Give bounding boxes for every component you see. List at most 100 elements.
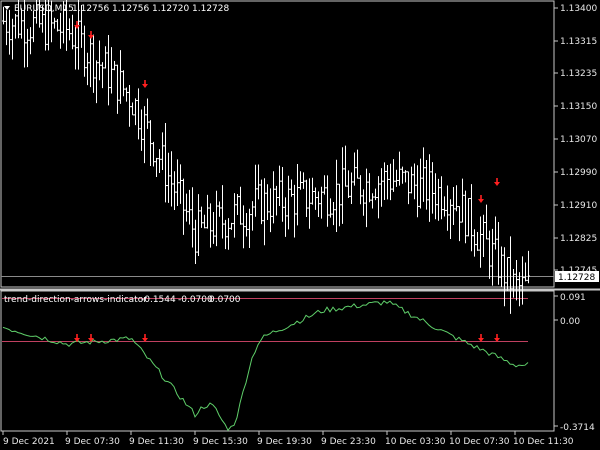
- price-bar: [419, 158, 422, 209]
- indicator-value-1: -0.1544: [141, 295, 176, 305]
- price-bar: [143, 106, 146, 164]
- price-axis[interactable]: 1.13400 1.13315 1.13235 1.13150 1.13070 …: [554, 4, 597, 276]
- price-bar: [515, 260, 518, 301]
- price-bar: [32, 10, 35, 43]
- price-bar: [425, 160, 428, 210]
- arrow-down-icon: [74, 334, 80, 342]
- price-bar: [266, 184, 269, 221]
- price-bar: [167, 152, 170, 203]
- price-bar: [227, 218, 230, 250]
- price-bar: [101, 62, 104, 89]
- price-bar: [455, 185, 458, 212]
- price-bar: [437, 178, 440, 221]
- price-bar: [338, 183, 341, 227]
- price-bar: [365, 168, 368, 228]
- price-bar: [524, 262, 527, 282]
- price-bar: [281, 166, 284, 222]
- price-bar: [95, 60, 98, 104]
- price-bar: [401, 166, 404, 184]
- indicator-title: trend-direction-arrows-indicator: [4, 295, 147, 305]
- price-bar: [134, 98, 137, 126]
- price-bar: [407, 171, 410, 205]
- arrow-down-icon: [478, 195, 484, 203]
- price-bar: [122, 70, 125, 97]
- ohlc-high: 1.12756: [112, 4, 149, 14]
- price-bar: [197, 194, 200, 257]
- price-bar: [245, 212, 248, 237]
- price-bar: [164, 122, 167, 203]
- price-bar: [104, 46, 107, 69]
- indicator-value-2: -0.0700: [178, 295, 213, 305]
- time-tick: 9 Dec 2021: [3, 437, 55, 447]
- price-bar: [434, 173, 437, 220]
- price-bar: [260, 179, 263, 225]
- chart-canvas[interactable]: EURUSD,M15 1.12756 1.12756 1.12720 1.127…: [0, 0, 600, 450]
- time-tick: 10 Dec 11:30: [513, 437, 574, 447]
- price-bar: [89, 36, 92, 88]
- price-bar: [509, 236, 512, 314]
- price-bar: [56, 18, 59, 32]
- price-bar: [11, 18, 14, 60]
- price-bar: [323, 175, 326, 195]
- indicator-axis[interactable]: 0.091 0.00 -0.3714: [554, 293, 595, 433]
- price-tick: 1.13400: [560, 4, 597, 14]
- price-bar: [473, 229, 476, 257]
- price-bar: [386, 165, 389, 200]
- price-bar: [296, 164, 299, 226]
- price-bar: [53, 17, 56, 29]
- price-bar: [188, 189, 191, 225]
- indicator-tick: -0.3714: [560, 423, 595, 433]
- price-bar: [470, 184, 473, 252]
- price-bar: [383, 162, 386, 201]
- price-bar: [377, 176, 380, 219]
- price-bar: [26, 28, 29, 68]
- time-tick: 9 Dec 23:30: [321, 437, 376, 447]
- price-bar: [269, 188, 272, 233]
- price-bar: [422, 147, 425, 202]
- price-bar: [302, 172, 305, 189]
- price-bar: [146, 98, 149, 129]
- price-bar: [272, 171, 275, 224]
- price-bar: [413, 163, 416, 200]
- price-bar: [494, 216, 497, 250]
- indicator-value-3: 0.0700: [209, 295, 241, 305]
- price-bar: [107, 34, 110, 106]
- main-signal-arrows: [74, 21, 500, 203]
- arrow-down-icon: [142, 80, 148, 88]
- price-bar: [314, 187, 317, 210]
- price-bar: [242, 205, 245, 249]
- arrow-down-icon: [494, 178, 500, 186]
- time-tick: 10 Dec 03:30: [385, 437, 446, 447]
- price-bar: [221, 185, 224, 239]
- price-bar: [287, 175, 290, 230]
- price-bar: [341, 147, 344, 224]
- price-bar: [14, 13, 17, 39]
- current-price-tag: 1.12728: [555, 271, 599, 283]
- price-bar: [449, 199, 452, 240]
- time-tick: 9 Dec 11:30: [129, 437, 184, 447]
- price-bar: [464, 190, 467, 244]
- price-bar: [86, 52, 89, 86]
- price-bar: [215, 190, 218, 247]
- price-bar: [440, 176, 443, 220]
- triangle-down-icon[interactable]: [4, 6, 10, 10]
- price-bar: [305, 179, 308, 217]
- price-bar: [59, 12, 62, 49]
- price-bar: [461, 178, 464, 223]
- price-bar: [347, 170, 350, 198]
- price-bar: [395, 169, 398, 187]
- indicator-window-frame: [0, 290, 555, 432]
- time-tick: 10 Dec 07:30: [449, 437, 510, 447]
- price-bar: [170, 151, 173, 207]
- price-bar: [161, 132, 164, 171]
- price-bar: [344, 145, 347, 187]
- time-tick: 9 Dec 07:30: [65, 437, 120, 447]
- price-bar: [446, 185, 449, 231]
- price-bars: [2, 0, 530, 314]
- price-bar: [500, 246, 503, 288]
- price-bar: [485, 204, 488, 240]
- time-axis[interactable]: 9 Dec 2021 9 Dec 07:30 9 Dec 11:30 9 Dec…: [2, 431, 574, 447]
- price-bar: [458, 206, 461, 242]
- price-bar: [119, 50, 122, 104]
- price-bar: [410, 166, 413, 194]
